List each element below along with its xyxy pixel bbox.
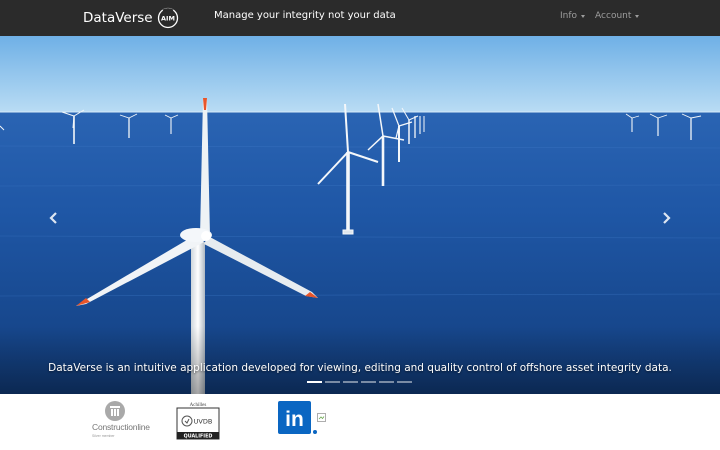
brand-link[interactable]: DataVerse AIM: [83, 7, 179, 29]
linkedin-text: in: [285, 408, 304, 431]
caret-down-icon: [581, 14, 586, 18]
chevron-left-icon[interactable]: [44, 208, 64, 228]
carousel-indicator-4[interactable]: [361, 381, 376, 383]
constructionline-logo[interactable]: Constructionline Silver member: [92, 400, 168, 440]
caret-down-icon: [635, 14, 640, 18]
achilles-uvdb-logo[interactable]: Achilles UVDB QUALIFIED: [175, 399, 221, 441]
top-navbar: DataVerse AIM Manage your integrity not …: [0, 0, 720, 36]
nav-account-dropdown[interactable]: Account: [595, 11, 640, 21]
achilles-name: Achilles: [190, 403, 207, 408]
uvdb-text: UVDB: [194, 418, 213, 426]
carousel-indicator-1[interactable]: [307, 381, 322, 383]
constructionline-sub: Silver member: [92, 434, 115, 438]
brand-name: DataVerse: [83, 10, 153, 26]
nav-info-label: Info: [560, 11, 578, 21]
carousel-indicators: [307, 381, 412, 383]
chevron-right-icon[interactable]: [656, 208, 676, 228]
nav-menu: Info Account: [560, 11, 640, 21]
carousel-indicator-6[interactable]: [397, 381, 412, 383]
brand-badge-text: AIM: [161, 15, 175, 23]
tagline: Manage your integrity not your data: [214, 10, 396, 21]
carousel-indicator-2[interactable]: [325, 381, 340, 383]
offshore-wind-farm-image: [0, 36, 720, 394]
carousel-indicator-3[interactable]: [343, 381, 358, 383]
carousel-caption: DataVerse is an intuitive application de…: [48, 362, 672, 374]
carousel-indicator-5[interactable]: [379, 381, 394, 383]
broken-image-icon: [317, 413, 326, 422]
nav-account-label: Account: [595, 11, 632, 21]
hero-carousel: DataVerse is an intuitive application de…: [0, 36, 720, 394]
aim-logo-icon: AIM: [157, 7, 178, 29]
qualified-text: QUALIFIED: [184, 434, 213, 440]
constructionline-name: Constructionline: [92, 422, 150, 432]
partner-logos: Constructionline Silver member Achilles …: [0, 394, 720, 450]
constructionline-emblem-icon: [105, 401, 125, 421]
nav-info-dropdown[interactable]: Info: [560, 11, 586, 21]
linkedin-logo-icon[interactable]: in: [278, 401, 318, 435]
